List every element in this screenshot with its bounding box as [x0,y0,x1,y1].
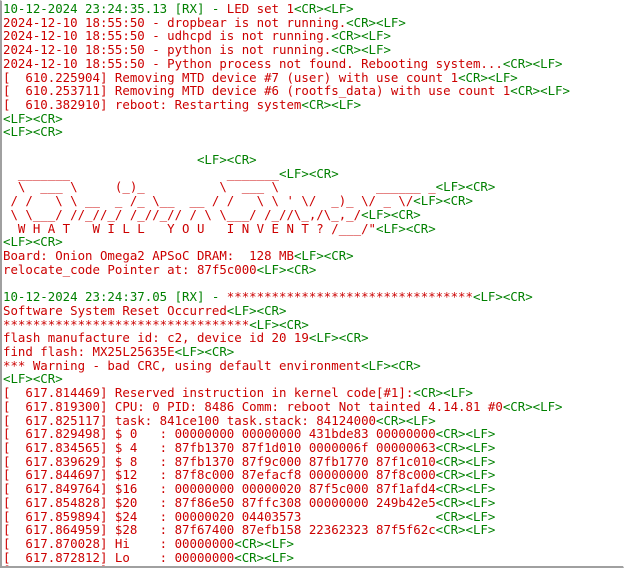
log-line: <LF><CR> [3,235,623,249]
log-line: <LF><CR> [3,372,623,386]
log-line: \ \___/ //_//_/ /_//_// / \ \___/ /_//\_… [3,207,623,222]
log-line: [ 617.844697] $12 : 87f8c000 87efacf8 00… [3,468,623,482]
log-line: [ 610.382910] reboot: Restarting system<… [3,98,623,112]
log-line: [ 610.253711] Removing MTD device #6 (ro… [3,84,623,98]
log-line: relocate_code Pointer at: 87f5c000<LF><C… [3,261,623,277]
log-line: flash manufacture id: c2, device id 20 1… [3,331,623,345]
log-line: 2024-12-10 18:55:50 - udhcpd is not runn… [3,29,623,43]
log-line: [ 617.834565] $ 4 : 87fb1370 87f1d010 00… [3,441,623,455]
log-line: [ 617.849764] $16 : 00000000 00000020 87… [3,482,623,496]
log-line: find flash: MX25L25635E<LF><CR> [3,345,623,359]
log-line: 2024-12-10 18:55:50 - Python process not… [3,57,623,71]
log-output[interactable]: 10-12-2024 23:24:35.13 [RX] - LED set 1<… [3,2,623,566]
log-line: [ 617.814469] Reserved instruction in ke… [3,386,623,400]
log-line: <LF><CR> [3,125,623,139]
log-line: [ 617.875604] epc : 04403667 0x4403667<C… [3,563,623,566]
control-char-marker: <LF><CR> [413,193,473,209]
log-line: _______ _______<LF><CR> [3,166,623,181]
control-char-marker: <LF><CR> [308,330,369,346]
log-line: / / \ \ __ _ /_ \__ __ / / \ \ ' \/ _)_ … [3,194,623,208]
log-line: <LF><CR> [3,153,623,167]
log-line: 2024-12-10 18:55:50 - python is not runn… [3,43,623,57]
log-line: *** Warning - bad CRC, using default env… [3,357,623,373]
control-char-marker: <LF><CR> [361,357,421,373]
control-char-marker: <LF><CR> [3,124,63,140]
log-line: [ 617.854828] $20 : 87f86e50 87ffc308 00… [3,496,623,510]
log-line: Software System Reset Occurred<LF><CR> [3,303,623,318]
serial-terminal-window[interactable]: 10-12-2024 23:24:35.13 [RX] - LED set 1<… [0,0,624,568]
log-line: W H A T W I L L Y O U I N V E N T ? /___… [3,220,623,236]
log-payload: [ 617.875604] epc : 04403667 0x4403667 [3,563,309,566]
log-line: [ 617.839629] $ 8 : 87fb1370 87f9c000 87… [3,454,623,469]
log-line: [ 617.825117] task: 841ce100 task.stack:… [3,413,623,428]
log-line: [ 617.859894] $24 : 00000020 04403573 <C… [3,509,623,524]
control-char-marker: <LF><CR> [256,261,317,277]
log-line: 10-12-2024 23:24:35.13 [RX] - LED set 1<… [3,2,623,16]
log-line: Board: Onion Omega2 APSoC DRAM: 128 MB<L… [3,249,623,263]
log-line: [ 617.829498] $ 0 : 00000000 00000000 43… [3,427,623,441]
control-char-marker: <LF><CR> [472,289,533,305]
log-payload: relocate_code Pointer at: 87f5c000 [3,261,257,277]
control-char-marker: <CR><LF> [435,522,496,538]
log-line: \ ___ \ (_)_ \ ___ \ ______ _<LF><CR> [3,180,623,194]
control-char-marker: <CR><LF> [301,97,362,113]
log-line: <LF><CR> [3,111,623,126]
log-line: *********************************<LF><CR… [3,317,623,332]
log-line: [ 610.225904] Removing MTD device #7 (us… [3,70,623,85]
control-char-marker: <CR><LF> [309,563,369,566]
control-char-marker: <LF><CR> [376,220,436,236]
log-line: [ 617.872812] Lo : 00000000<CR><LF> [3,550,623,565]
log-line: [ 617.819300] CPU: 0 PID: 8486 Comm: reb… [3,398,623,414]
log-line: [ 617.864959] $28 : 87f67400 87efb158 22… [3,523,623,537]
log-line: 10-12-2024 23:24:37.05 [RX] - **********… [3,290,623,304]
control-char-marker: <CR><LF> [510,83,570,99]
control-char-marker: <CR><LF> [502,398,563,414]
log-line: [ 617.870028] Hi : 00000000<CR><LF> [3,537,623,551]
log-line: 2024-12-10 18:55:50 - dropbear is not ru… [3,15,623,30]
